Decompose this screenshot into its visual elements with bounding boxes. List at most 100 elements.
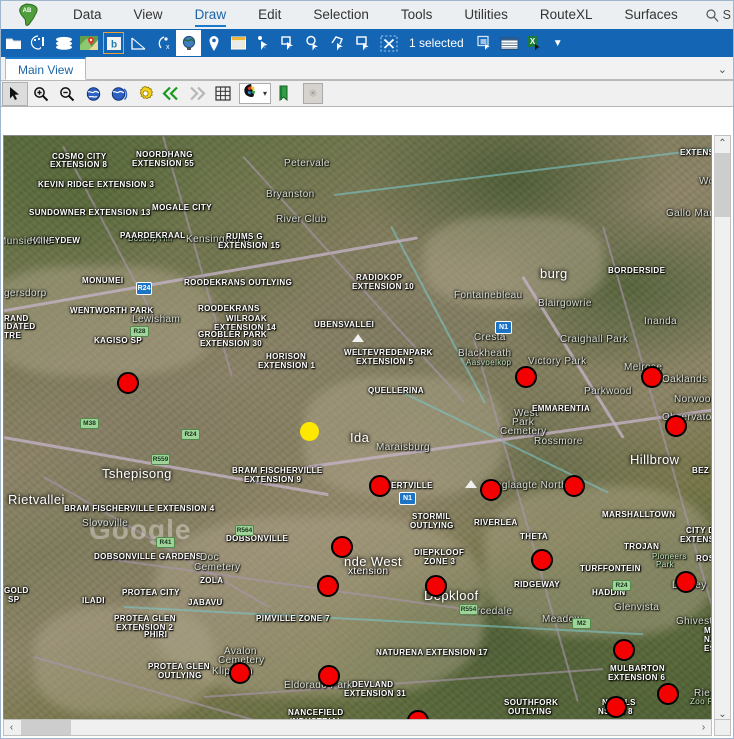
vertical-scroll-thumb[interactable]	[715, 153, 730, 217]
zoom-extent-globe-icon[interactable]	[80, 82, 106, 106]
menu-item-view[interactable]: View	[118, 3, 179, 27]
urban-area	[424, 216, 604, 306]
select-circle-icon[interactable]	[301, 30, 326, 56]
map-marker[interactable]	[369, 475, 391, 497]
search-label: S	[722, 8, 731, 22]
export-excel-icon[interactable]: X	[522, 30, 547, 56]
map-marker[interactable]	[331, 536, 353, 558]
menu-item-surfaces[interactable]: Surfaces	[608, 3, 693, 27]
svg-text:X: X	[530, 37, 536, 46]
menu-item-draw[interactable]: Draw	[179, 3, 243, 27]
map-marker[interactable]	[317, 575, 339, 597]
select-rectangle-icon[interactable]	[276, 30, 301, 56]
map-marker[interactable]	[613, 639, 635, 661]
zoom-out-icon[interactable]	[54, 82, 80, 106]
menu-item-data[interactable]: Data	[57, 3, 118, 27]
search-area[interactable]: S	[705, 8, 733, 22]
map-marker[interactable]	[480, 479, 502, 501]
gis-application-window: AB Data View Draw Edit Selection Tools U…	[0, 0, 734, 739]
globe-icon[interactable]	[176, 30, 201, 56]
layers-icon[interactable]	[51, 30, 76, 56]
add-note-icon[interactable]	[226, 30, 251, 56]
bing-maps-icon[interactable]: b	[101, 30, 126, 56]
svg-text:b: b	[110, 39, 116, 50]
tab-strip-filler	[86, 79, 733, 80]
color-palette-icon	[243, 83, 260, 104]
menu-item-edit[interactable]: Edit	[242, 3, 297, 27]
clear-selection-icon[interactable]	[376, 30, 401, 56]
map-marker[interactable]	[605, 696, 627, 718]
svg-text:x: x	[166, 44, 170, 51]
ribbon-group-table: X	[472, 29, 547, 57]
road-shield: M38	[80, 418, 99, 429]
zoom-in-icon[interactable]	[28, 82, 54, 106]
tab-overflow-caret-icon[interactable]: ⌄	[718, 63, 727, 76]
asterisk-button[interactable]: ✳	[303, 83, 324, 104]
scroll-left-button[interactable]: ‹	[4, 720, 19, 735]
view-tab-strip: Main View ⌄	[1, 57, 733, 81]
map-marker[interactable]	[318, 665, 340, 687]
map-horizontal-scrollbar[interactable]: ‹ ›	[3, 719, 712, 736]
road-shield: M2	[572, 618, 591, 629]
measure-icon[interactable]	[126, 30, 151, 56]
search-icon[interactable]	[705, 8, 719, 22]
menu-item-selection[interactable]: Selection	[297, 3, 385, 27]
map-marker[interactable]	[657, 683, 679, 705]
map-marker[interactable]	[563, 475, 585, 497]
road-shield: R41	[156, 537, 175, 548]
scroll-right-button[interactable]: ›	[696, 720, 711, 735]
map-canvas[interactable]: Google (c) Microsoft X Y Z COSMO CITYEXT…	[4, 136, 711, 722]
grid-icon[interactable]	[210, 82, 236, 106]
google-maps-icon[interactable]	[76, 30, 101, 56]
map-marker[interactable]	[675, 571, 697, 593]
map-marker[interactable]	[117, 372, 139, 394]
color-palette-dropdown[interactable]: ▾	[239, 83, 272, 104]
menu-item-utilities[interactable]: Utilities	[448, 3, 524, 27]
previous-double-chevron-icon[interactable]	[158, 82, 184, 106]
place-pin-icon[interactable]	[201, 30, 226, 56]
copy-selection-icon[interactable]	[472, 30, 497, 56]
scrollbar-corner	[714, 719, 731, 736]
next-double-chevron-icon[interactable]	[184, 82, 210, 106]
app-logo-icon[interactable]: AB	[1, 1, 57, 29]
peak-marker-icon	[465, 480, 477, 488]
horizontal-scroll-thumb[interactable]	[21, 720, 71, 735]
map-marker[interactable]	[425, 575, 447, 597]
menu-item-list: Data View Draw Edit Selection Tools Util…	[57, 3, 705, 27]
selection-status-label: 1 selected	[409, 36, 464, 50]
pointer-tool[interactable]	[2, 81, 28, 106]
palette-caret-icon[interactable]: ▾	[263, 89, 267, 98]
road-shield: R564	[235, 525, 254, 536]
open-folder-icon[interactable]	[1, 30, 26, 56]
table-view-icon[interactable]	[497, 30, 522, 56]
road-shield: R24	[181, 429, 200, 440]
select-box-icon[interactable]	[351, 30, 376, 56]
map-marker[interactable]	[641, 366, 663, 388]
map-marker-selected[interactable]	[299, 421, 319, 441]
ribbon-group-data: b x	[1, 29, 201, 57]
menu-item-tools[interactable]: Tools	[385, 3, 449, 27]
map-marker[interactable]	[515, 366, 537, 388]
map-vertical-scrollbar[interactable]: ⌃ ⌄	[714, 135, 731, 723]
peak-marker-icon	[352, 334, 364, 342]
tab-main-view[interactable]: Main View	[5, 57, 87, 80]
map-marker[interactable]	[665, 415, 687, 437]
scroll-up-button[interactable]: ⌃	[715, 136, 730, 151]
menu-bar: AB Data View Draw Edit Selection Tools U…	[1, 1, 733, 29]
zoom-previous-globe-icon[interactable]	[106, 82, 132, 106]
road-shield: N1	[495, 321, 512, 334]
select-point-icon[interactable]	[251, 30, 276, 56]
palette-icon[interactable]	[26, 30, 51, 56]
menu-item-routexl[interactable]: RouteXL	[524, 3, 609, 27]
select-polygon-icon[interactable]	[326, 30, 351, 56]
ribbon-overflow-caret-icon[interactable]: ▼	[547, 38, 573, 49]
road-shield: R24	[612, 580, 631, 591]
view-toolbar: ▾ ✳	[1, 81, 733, 107]
map-marker[interactable]	[229, 662, 251, 684]
bookmark-flag-icon[interactable]	[271, 82, 297, 106]
projection-icon[interactable]: x	[151, 30, 176, 56]
map-view[interactable]: Google (c) Microsoft X Y Z COSMO CITYEXT…	[3, 135, 712, 723]
settings-gear-icon[interactable]	[132, 82, 158, 106]
map-marker[interactable]	[531, 549, 553, 571]
road-shield: R24	[136, 282, 152, 295]
